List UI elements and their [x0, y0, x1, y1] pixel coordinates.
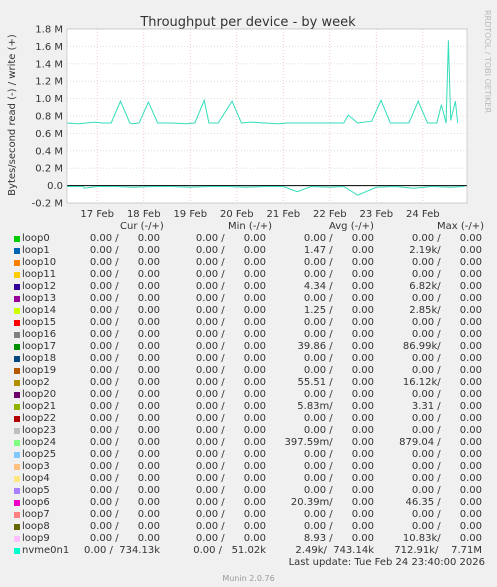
- y-tick-label: 0.0: [47, 181, 63, 192]
- chart-svg: Throughput per device - by week Bytes/se…: [7, 10, 492, 220]
- y-tick-label: 0.6 M: [35, 129, 63, 140]
- y-axis-label: Bytes/second read (-) / write (+): [7, 34, 18, 196]
- x-tick-label: 24 Feb: [406, 209, 440, 220]
- y-tick-label: 0.2 M: [35, 164, 63, 175]
- x-tick-label: 19 Feb: [173, 209, 207, 220]
- y-tick-label: 1.6 M: [35, 42, 63, 53]
- y-tick-label: 1.4 M: [35, 59, 63, 70]
- x-tick-label: 23 Feb: [359, 209, 393, 220]
- y-tick-label: 0.8 M: [35, 112, 63, 123]
- y-tick-label: 1.0 M: [35, 94, 63, 105]
- x-tick-label: 21 Feb: [266, 209, 300, 220]
- chart-title: Throughput per device - by week: [139, 15, 356, 30]
- x-tick-label: 18 Feb: [127, 209, 161, 220]
- y-tick-label: -0.2 M: [32, 199, 63, 210]
- x-tick-label: 20 Feb: [220, 209, 254, 220]
- y-tick-label: 0.4 M: [35, 146, 63, 157]
- rrdtool-credit: RRDTOOL / TOBI OETIKER: [483, 10, 492, 113]
- x-tick-label: 22 Feb: [313, 209, 347, 220]
- y-ticks: 1.8 M 1.6 M 1.4 M 1.2 M 1.0 M 0.8 M 0.6 M 0.4 M…: [32, 25, 63, 210]
- x-tick-label: 17 Feb: [80, 209, 114, 220]
- y-tick-label: 1.2 M: [35, 77, 63, 88]
- y-tick-label: 1.8 M: [35, 25, 63, 36]
- x-ticks: 17 Feb 18 Feb 19 Feb 20 Feb 21 Feb 22 Feb 23 F…: [80, 209, 439, 220]
